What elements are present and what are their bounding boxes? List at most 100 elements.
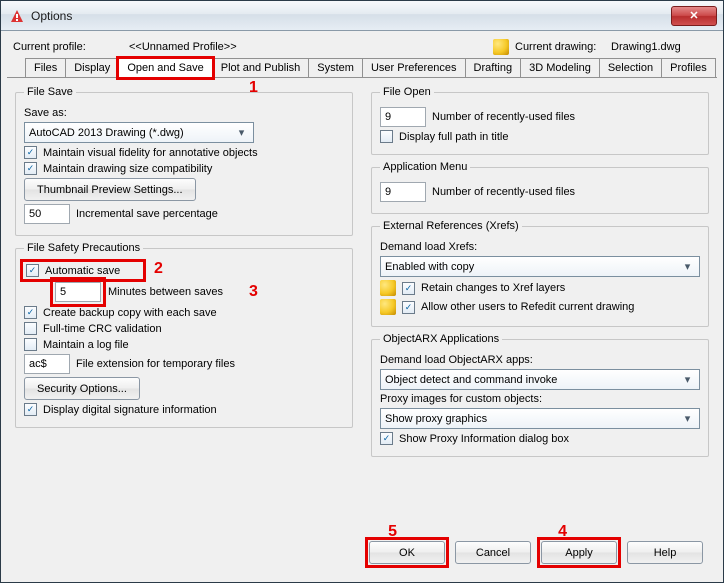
file-save-group: File Save Save as: AutoCAD 2013 Drawing … bbox=[15, 86, 353, 236]
tab-display[interactable]: Display bbox=[65, 58, 119, 77]
annotation-2: 2 bbox=[154, 260, 163, 278]
temp-ext-label: File extension for temporary files bbox=[76, 358, 235, 370]
current-profile-value: <<Unnamed Profile>> bbox=[129, 41, 487, 53]
incremental-save-label: Incremental save percentage bbox=[76, 208, 218, 220]
file-safety-legend: File Safety Precautions bbox=[24, 242, 143, 254]
tab-selection[interactable]: Selection bbox=[599, 58, 662, 77]
titlebar: Options ✕ bbox=[1, 1, 723, 31]
save-as-dropdown[interactable]: AutoCAD 2013 Drawing (*.dwg) ▾ bbox=[24, 122, 254, 143]
tab-plot[interactable]: Plot and Publish bbox=[212, 58, 310, 77]
right-column: File Open Number of recently-used files … bbox=[371, 86, 709, 523]
arx-legend: ObjectARX Applications bbox=[380, 333, 502, 345]
chevron-down-icon: ▾ bbox=[680, 411, 695, 426]
full-path-label: Display full path in title bbox=[399, 131, 508, 143]
minutes-label: Minutes between saves bbox=[108, 286, 223, 298]
annotation-5: 5 bbox=[388, 523, 397, 541]
app-recent-label: Number of recently-used files bbox=[432, 186, 575, 198]
help-button[interactable]: Help bbox=[627, 541, 703, 564]
xref-retain-checkbox[interactable] bbox=[402, 282, 415, 295]
app-menu-legend: Application Menu bbox=[380, 161, 470, 173]
current-drawing-label: Current drawing: bbox=[515, 41, 605, 53]
current-profile-label: Current profile: bbox=[13, 41, 123, 53]
tab-strip: Files Display Open and Save Plot and Pub… bbox=[7, 57, 717, 78]
minutes-input[interactable] bbox=[55, 282, 101, 302]
arx-demand-label: Demand load ObjectARX apps: bbox=[380, 354, 533, 366]
arx-demand-value: Object detect and command invoke bbox=[385, 374, 557, 386]
file-open-legend: File Open bbox=[380, 86, 434, 98]
dsig-label: Display digital signature information bbox=[43, 404, 217, 416]
file-save-legend: File Save bbox=[24, 86, 76, 98]
xref-demand-dropdown[interactable]: Enabled with copy ▾ bbox=[380, 256, 700, 277]
chevron-down-icon: ▾ bbox=[680, 372, 695, 387]
options-dialog: Options ✕ Current profile: <<Unnamed Pro… bbox=[0, 0, 724, 583]
left-column: File Save Save as: AutoCAD 2013 Drawing … bbox=[15, 86, 353, 523]
proxy-images-label: Proxy images for custom objects: bbox=[380, 393, 542, 405]
visual-fidelity-label: Maintain visual fidelity for annotative … bbox=[43, 147, 258, 159]
recent-files-label: Number of recently-used files bbox=[432, 111, 575, 123]
xref-demand-label: Demand load Xrefs: bbox=[380, 241, 477, 253]
tab-system[interactable]: System bbox=[308, 58, 363, 77]
file-safety-group: File Safety Precautions Automatic save 2… bbox=[15, 242, 353, 428]
xref-retain-icon bbox=[380, 280, 396, 296]
recent-files-input[interactable] bbox=[380, 107, 426, 127]
xrefs-legend: External References (Xrefs) bbox=[380, 220, 522, 232]
save-as-value: AutoCAD 2013 Drawing (*.dwg) bbox=[29, 127, 184, 139]
crc-checkbox[interactable] bbox=[24, 322, 37, 335]
annotation-4: 4 bbox=[558, 523, 567, 541]
xref-refedit-label: Allow other users to Refedit current dra… bbox=[421, 301, 634, 313]
crc-label: Full-time CRC validation bbox=[43, 323, 162, 335]
app-recent-input[interactable] bbox=[380, 182, 426, 202]
auto-save-label: Automatic save bbox=[45, 265, 120, 277]
tab-user-prefs[interactable]: User Preferences bbox=[362, 58, 466, 77]
xrefs-group: External References (Xrefs) Demand load … bbox=[371, 220, 709, 327]
logfile-checkbox[interactable] bbox=[24, 338, 37, 351]
app-menu-group: Application Menu Number of recently-used… bbox=[371, 161, 709, 214]
footer: 5 4 OK Cancel Apply Help bbox=[7, 531, 717, 576]
cancel-button[interactable]: Cancel bbox=[455, 541, 531, 564]
xref-refedit-icon bbox=[380, 299, 396, 315]
incremental-save-input[interactable] bbox=[24, 204, 70, 224]
size-compat-checkbox[interactable] bbox=[24, 162, 37, 175]
ok-button[interactable]: OK bbox=[369, 541, 445, 564]
file-open-group: File Open Number of recently-used files … bbox=[371, 86, 709, 155]
tab-drafting[interactable]: Drafting bbox=[465, 58, 522, 77]
close-button[interactable]: ✕ bbox=[671, 6, 717, 26]
xref-retain-label: Retain changes to Xref layers bbox=[421, 282, 565, 294]
proxy-dialog-checkbox[interactable] bbox=[380, 432, 393, 445]
auto-save-checkbox[interactable] bbox=[26, 264, 39, 277]
close-icon: ✕ bbox=[689, 9, 698, 22]
apply-button[interactable]: Apply bbox=[541, 541, 617, 564]
visual-fidelity-checkbox[interactable] bbox=[24, 146, 37, 159]
temp-ext-input[interactable] bbox=[24, 354, 70, 374]
chevron-down-icon: ▾ bbox=[680, 259, 695, 274]
profile-row: Current profile: <<Unnamed Profile>> Cur… bbox=[7, 35, 717, 57]
proxy-images-value: Show proxy graphics bbox=[385, 413, 487, 425]
window-title: Options bbox=[31, 9, 671, 23]
current-drawing-value: Drawing1.dwg bbox=[611, 41, 711, 53]
xref-refedit-checkbox[interactable] bbox=[402, 301, 415, 314]
open-and-save-panel: File Save Save as: AutoCAD 2013 Drawing … bbox=[7, 78, 717, 531]
security-options-button[interactable]: Security Options... bbox=[24, 377, 140, 400]
size-compat-label: Maintain drawing size compatibility bbox=[43, 163, 212, 175]
tab-open-and-save[interactable]: Open and Save bbox=[118, 58, 212, 78]
tab-3d-modeling[interactable]: 3D Modeling bbox=[520, 58, 600, 77]
xref-demand-value: Enabled with copy bbox=[385, 261, 474, 273]
annotation-1: 1 bbox=[249, 79, 258, 97]
arx-group: ObjectARX Applications Demand load Objec… bbox=[371, 333, 709, 457]
backup-checkbox[interactable] bbox=[24, 306, 37, 319]
full-path-checkbox[interactable] bbox=[380, 130, 393, 143]
backup-label: Create backup copy with each save bbox=[43, 307, 217, 319]
dsig-checkbox[interactable] bbox=[24, 403, 37, 416]
save-as-label: Save as: bbox=[24, 107, 67, 119]
tab-files[interactable]: Files bbox=[25, 58, 66, 77]
thumbnail-settings-button[interactable]: Thumbnail Preview Settings... bbox=[24, 178, 196, 201]
proxy-dialog-label: Show Proxy Information dialog box bbox=[399, 433, 569, 445]
tab-profiles[interactable]: Profiles bbox=[661, 58, 716, 77]
chevron-down-icon: ▾ bbox=[234, 125, 249, 140]
arx-demand-dropdown[interactable]: Object detect and command invoke ▾ bbox=[380, 369, 700, 390]
app-icon bbox=[9, 8, 25, 24]
annotation-3: 3 bbox=[249, 283, 258, 301]
logfile-label: Maintain a log file bbox=[43, 339, 129, 351]
drawing-icon bbox=[493, 39, 509, 55]
proxy-images-dropdown[interactable]: Show proxy graphics ▾ bbox=[380, 408, 700, 429]
